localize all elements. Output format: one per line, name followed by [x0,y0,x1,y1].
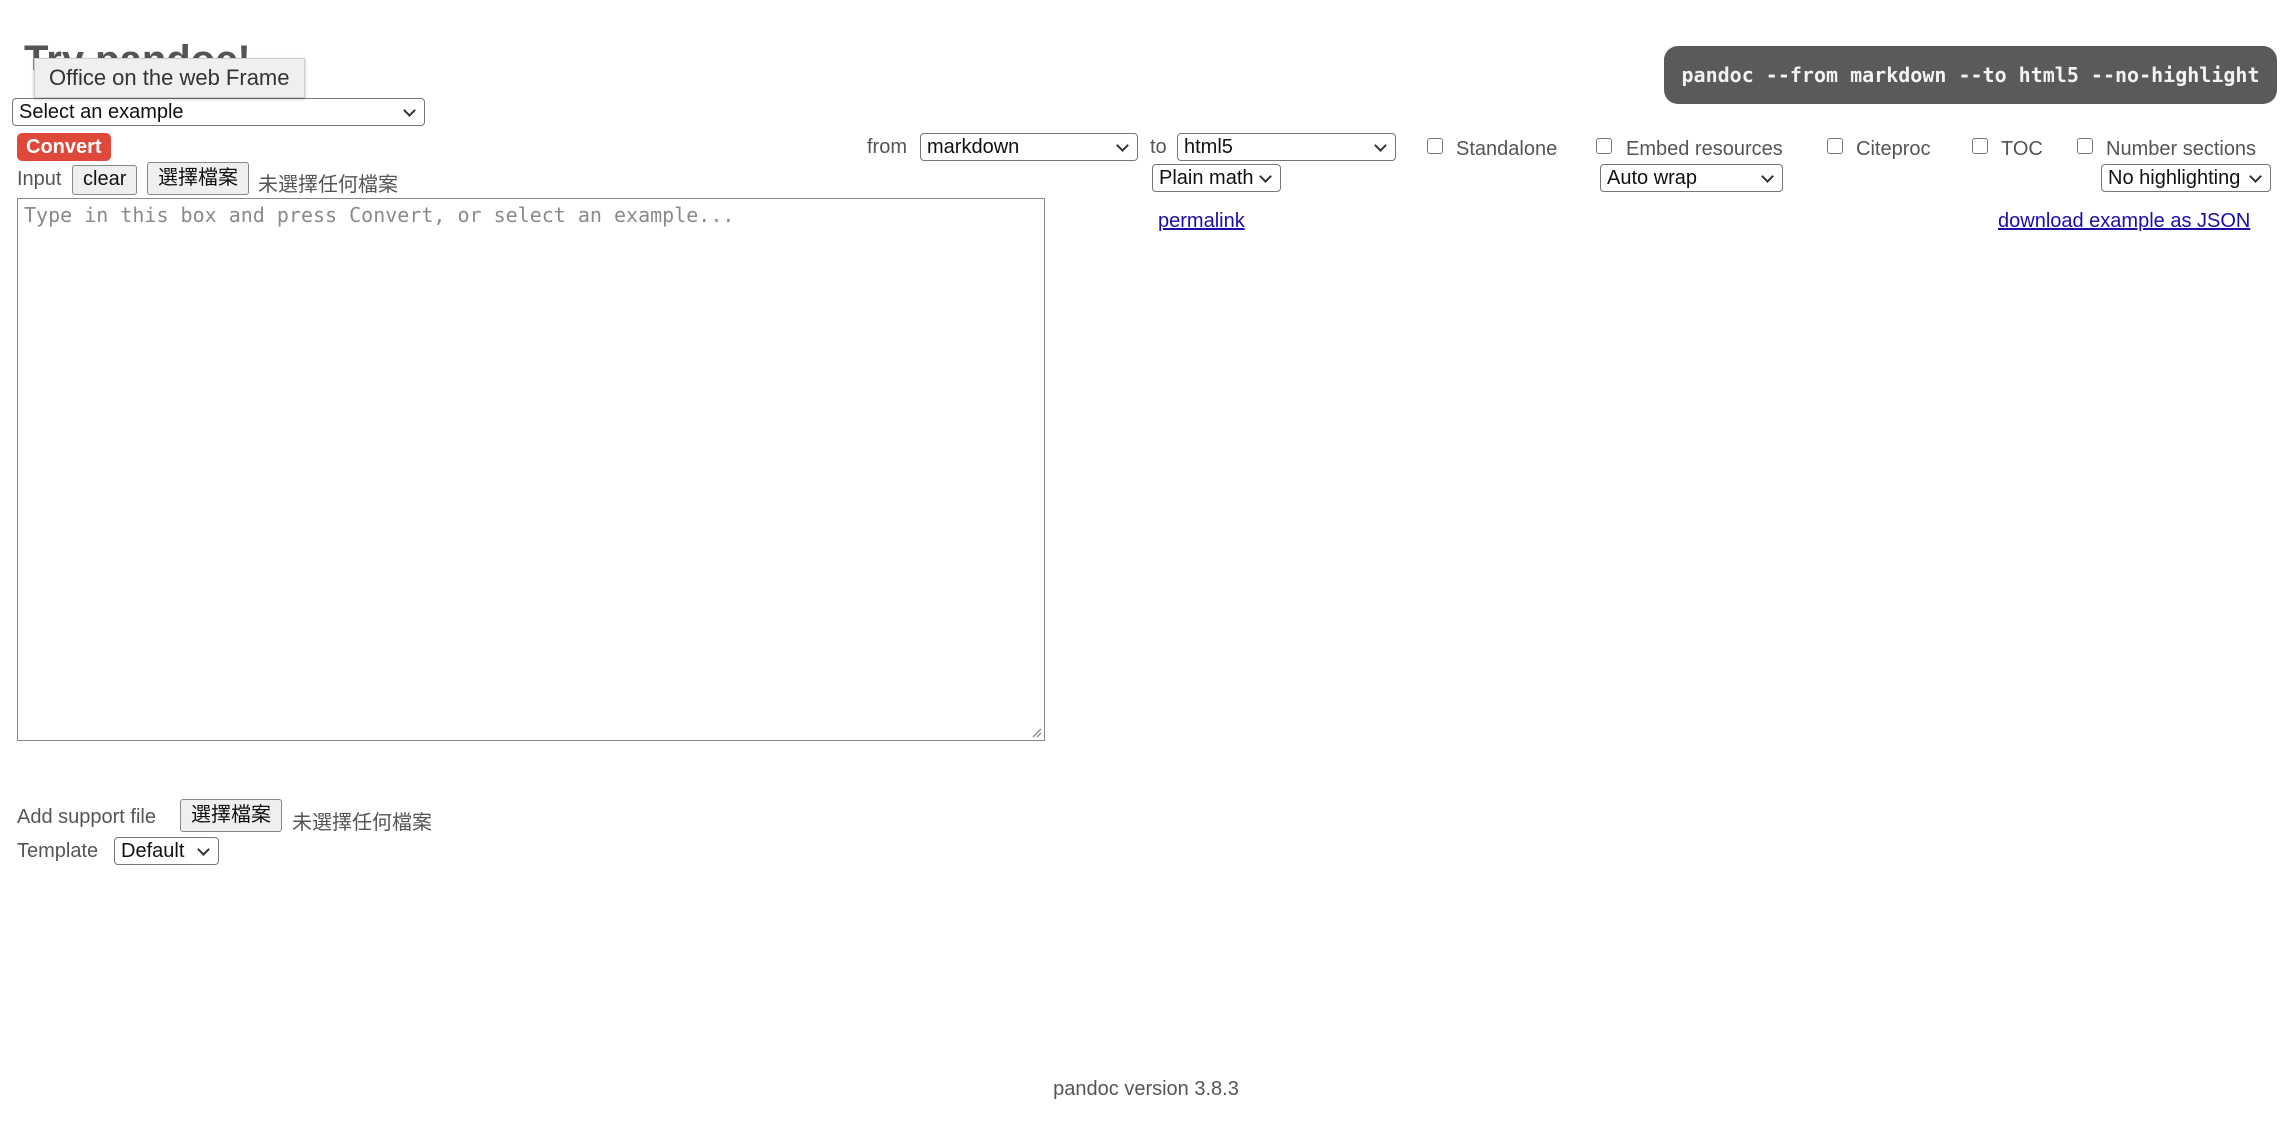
permalink-link[interactable]: permalink [1158,210,1245,233]
to-format-select[interactable]: html5 [1177,133,1396,161]
toc-checkbox[interactable] [1972,138,1988,154]
wrap-select[interactable]: Auto wrap [1600,164,1783,192]
input-placeholder: Type in this box and press Convert, or s… [24,203,735,227]
standalone-checkbox[interactable] [1427,138,1443,154]
clear-button[interactable]: clear [72,165,138,195]
citeproc-label: Citeproc [1856,138,1931,160]
resize-grip-icon[interactable] [1030,726,1042,738]
math-select[interactable]: Plain math [1152,164,1281,192]
convert-button[interactable]: Convert [17,133,111,161]
support-no-file-text: 未選擇任何檔案 [292,812,432,834]
highlighting-select-value: No highlighting [2108,167,2241,189]
command-text: pandoc --from markdown --to html5 --no-h… [1681,63,2260,87]
input-textarea[interactable]: Type in this box and press Convert, or s… [17,198,1045,741]
choose-support-file-button[interactable]: 選擇檔案 [180,799,282,832]
standalone-label: Standalone [1456,138,1558,160]
template-select[interactable]: Default [114,837,219,865]
tooltip: Office on the web Frame [34,58,305,98]
download-json-link[interactable]: download example as JSON [1998,210,2250,233]
template-select-value: Default [121,840,185,862]
version-footer: pandoc version 3.8.3 [1053,1078,1239,1100]
wrap-select-value: Auto wrap [1607,167,1698,189]
template-label: Template [17,840,99,862]
from-format-select[interactable]: markdown [920,133,1138,161]
embed-resources-checkbox[interactable] [1596,138,1612,154]
input-label: Input [17,168,62,190]
choose-input-file-button[interactable]: 選擇檔案 [147,162,249,195]
support-file-label: Add support file [17,806,156,828]
highlighting-select[interactable]: No highlighting [2101,164,2271,192]
embed-resources-label: Embed resources [1626,138,1783,160]
to-format-value: html5 [1184,136,1233,158]
input-no-file-text: 未選擇任何檔案 [258,174,398,196]
number-sections-checkbox[interactable] [2077,138,2093,154]
math-select-value: Plain math [1159,167,1254,189]
command-preview: pandoc --from markdown --to html5 --no-h… [1664,46,2277,104]
toc-label: TOC [2001,138,2043,160]
example-select-value: Select an example [19,101,184,123]
to-label: to [1150,136,1167,158]
number-sections-label: Number sections [2106,138,2257,160]
example-select[interactable]: Select an example [12,98,425,126]
from-label: from [867,136,907,158]
citeproc-checkbox[interactable] [1827,138,1843,154]
from-format-value: markdown [927,136,1020,158]
